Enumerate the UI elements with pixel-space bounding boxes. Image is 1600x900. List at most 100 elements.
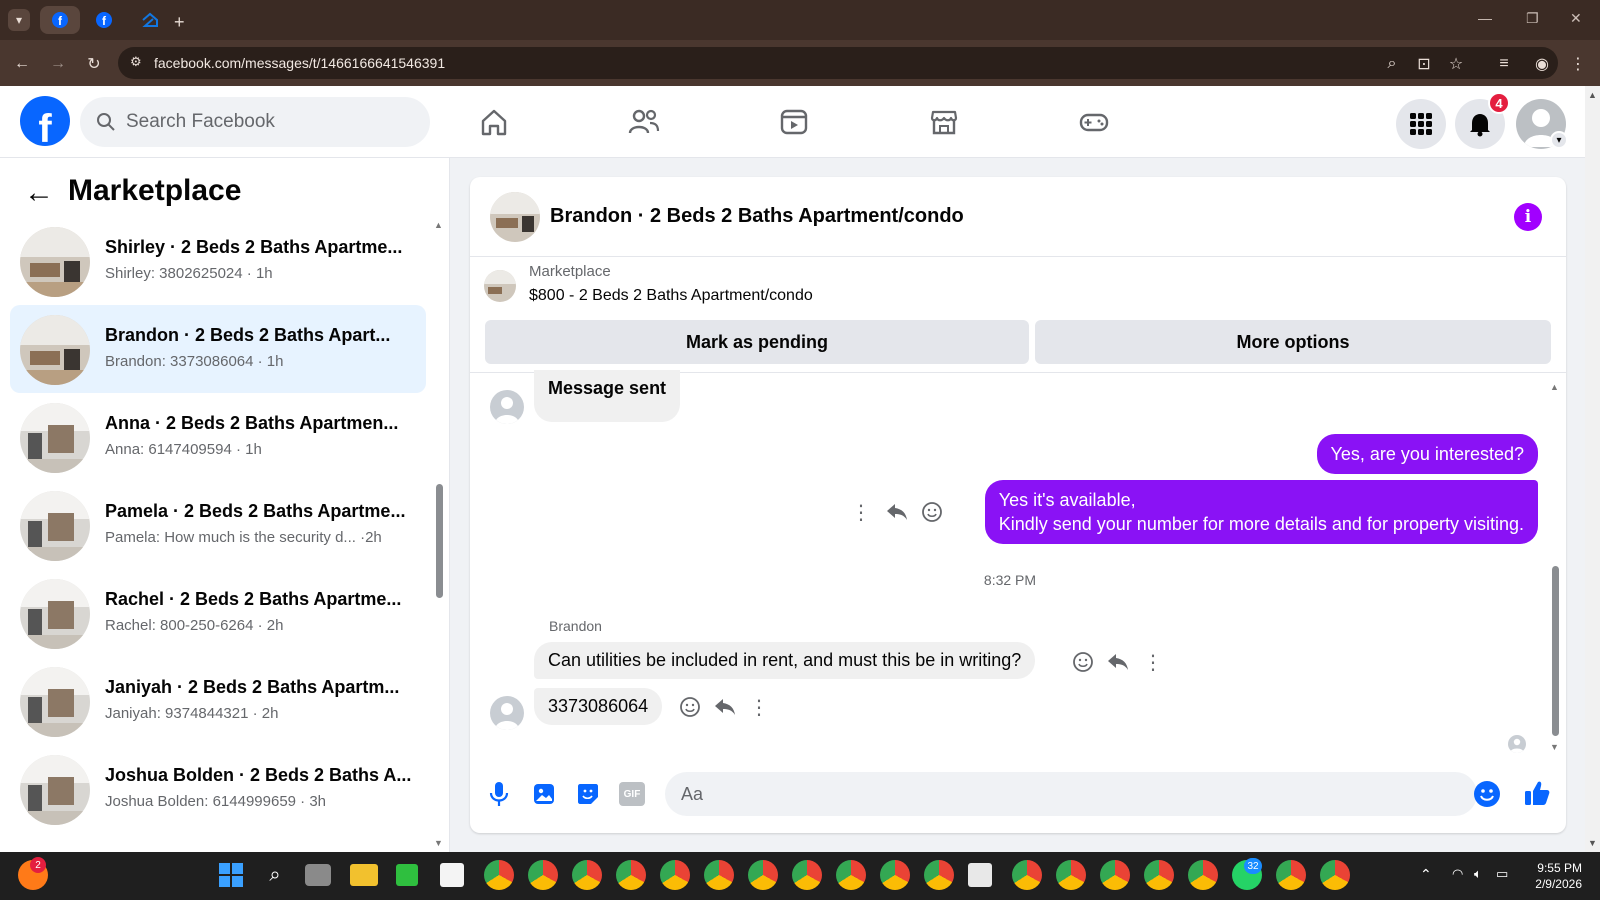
chrome-taskbar-icon[interactable] <box>572 860 602 890</box>
volume-icon[interactable]: 🔈︎ <box>1474 866 1482 882</box>
close-window-icon[interactable]: ✕ <box>1570 10 1582 27</box>
message-bubble-incoming[interactable]: Can utilities be included in rent, and m… <box>534 642 1036 679</box>
message-bubble-incoming[interactable]: 3373086064 <box>534 688 663 725</box>
reply-icon[interactable] <box>1105 649 1131 675</box>
site-info-icon[interactable]: ⚙ <box>130 54 142 70</box>
react-smiley-icon[interactable] <box>677 694 703 720</box>
chrome-taskbar-icon[interactable] <box>528 860 558 890</box>
file-explorer-icon[interactable] <box>350 864 378 886</box>
chrome-taskbar-icon[interactable] <box>616 860 646 890</box>
chat-scroll-down-icon[interactable]: ▼ <box>1550 742 1559 752</box>
store-taskbar-icon[interactable] <box>440 863 464 887</box>
nav-friends-icon[interactable] <box>624 104 664 140</box>
listing-mini-thumbnail[interactable] <box>484 270 516 302</box>
chrome-taskbar-icon[interactable] <box>1144 860 1174 890</box>
more-actions-icon[interactable]: ⋮ <box>848 499 874 525</box>
forward-arrow-icon[interactable]: → <box>46 52 70 76</box>
conversation-item[interactable]: Shirley · 2 Beds 2 Baths Apartme... Shir… <box>10 217 426 305</box>
listing-text[interactable]: $800 - 2 Beds 2 Baths Apartment/condo <box>529 287 813 305</box>
chrome-taskbar-icon[interactable] <box>1320 860 1350 890</box>
install-app-icon[interactable]: ⊡ <box>1412 52 1436 76</box>
tab-facebook-messages[interactable]: f <box>40 6 80 34</box>
taskbar-clock[interactable]: 9:55 PM 2/9/2026 <box>1522 860 1582 892</box>
conversation-item[interactable]: Janiyah · 2 Beds 2 Baths Apartm... Janiy… <box>10 657 426 745</box>
chat-scroll-up-icon[interactable]: ▲ <box>1550 382 1559 392</box>
chat-title[interactable]: Brandon · 2 Beds 2 Baths Apartment/condo <box>550 205 964 228</box>
conversation-item[interactable]: Rachel · 2 Beds 2 Baths Apartme... Rache… <box>10 569 426 657</box>
conversation-item[interactable]: Joshua Bolden · 2 Beds 2 Baths A... Josh… <box>10 745 426 833</box>
sticker-icon[interactable] <box>574 780 602 808</box>
nav-gaming-icon[interactable] <box>1074 104 1114 140</box>
contact-avatar[interactable] <box>490 390 524 424</box>
more-actions-icon[interactable]: ⋮ <box>746 694 772 720</box>
facebook-logo-icon[interactable]: f <box>20 96 70 146</box>
mark-as-pending-button[interactable]: Mark as pending <box>485 320 1029 364</box>
chat-listing-avatar[interactable] <box>490 192 540 242</box>
contact-avatar[interactable] <box>490 696 524 730</box>
chat-scrollbar-thumb[interactable] <box>1552 566 1559 736</box>
chrome-taskbar-icon[interactable] <box>1276 860 1306 890</box>
info-icon[interactable]: i <box>1514 203 1542 231</box>
chrome-taskbar-icon[interactable] <box>924 860 954 890</box>
chrome-taskbar-icon[interactable] <box>1100 860 1130 890</box>
new-tab-plus-icon[interactable]: + <box>174 12 185 33</box>
message-input[interactable]: Aa <box>665 772 1477 816</box>
chrome-taskbar-icon[interactable] <box>1012 860 1042 890</box>
microphone-icon[interactable] <box>485 780 513 808</box>
list-scrollbar-thumb[interactable] <box>436 484 443 598</box>
menu-grid-button[interactable] <box>1396 99 1446 149</box>
account-chevron-icon[interactable]: ▾ <box>1550 131 1568 149</box>
chrome-taskbar-icon[interactable] <box>792 860 822 890</box>
reply-icon[interactable] <box>884 499 910 525</box>
search-taskbar-icon[interactable]: ⌕ <box>260 860 290 890</box>
snipping-tool-icon[interactable] <box>968 863 992 887</box>
more-options-button[interactable]: More options <box>1035 320 1551 364</box>
chrome-taskbar-icon[interactable] <box>484 860 514 890</box>
tab-zillow[interactable] <box>130 6 170 34</box>
list-scroll-up-icon[interactable]: ▲ <box>434 220 443 230</box>
wifi-icon[interactable]: ◠ <box>1452 866 1463 882</box>
chrome-taskbar-icon[interactable] <box>836 860 866 890</box>
address-bar[interactable]: ⚙ facebook.com/messages/t/14661666415463… <box>118 47 1558 79</box>
chrome-taskbar-icon[interactable] <box>1056 860 1086 890</box>
tab-list-chevron-icon[interactable]: ▾ <box>8 9 30 31</box>
tray-chevron-icon[interactable]: ⌃ <box>1420 866 1432 883</box>
photo-icon[interactable] <box>530 780 558 808</box>
back-arrow-icon[interactable]: ← <box>10 52 34 76</box>
more-actions-icon[interactable]: ⋮ <box>1140 649 1166 675</box>
search-input[interactable]: Search Facebook <box>80 97 430 147</box>
emoji-icon[interactable] <box>1474 781 1500 807</box>
chrome-taskbar-icon[interactable] <box>1188 860 1218 890</box>
battery-icon[interactable]: ▭ <box>1496 866 1508 882</box>
conversation-item-active[interactable]: Brandon · 2 Beds 2 Baths Apart... Brando… <box>10 305 426 393</box>
bookmark-star-icon[interactable]: ☆ <box>1444 52 1468 76</box>
task-view-icon[interactable] <box>305 864 331 886</box>
page-scrollbar[interactable]: ▲ ▼ <box>1585 86 1600 852</box>
message-bubble-outgoing[interactable]: Yes it's available, Kindly send your num… <box>984 480 1538 544</box>
nav-video-icon[interactable] <box>774 104 814 140</box>
media-controls-icon[interactable]: ≡ <box>1492 52 1516 76</box>
reply-icon[interactable] <box>712 694 738 720</box>
app-taskbar-icon[interactable] <box>396 864 418 886</box>
chrome-taskbar-icon[interactable] <box>660 860 690 890</box>
nav-home-icon[interactable] <box>474 104 514 140</box>
tab-facebook[interactable]: f <box>84 6 124 34</box>
list-scroll-down-icon[interactable]: ▼ <box>434 838 443 848</box>
react-smiley-icon[interactable] <box>1070 649 1096 675</box>
profile-icon[interactable]: ◉ <box>1530 52 1554 76</box>
back-arrow-icon[interactable]: ← <box>24 176 54 210</box>
reload-icon[interactable]: ↻ <box>82 52 106 76</box>
chrome-taskbar-icon[interactable] <box>748 860 778 890</box>
conversation-item[interactable]: Pamela · 2 Beds 2 Baths Apartme... Pamel… <box>10 481 426 569</box>
message-bubble-outgoing[interactable]: Yes, are you interested? <box>1316 434 1538 474</box>
message-bubble-incoming[interactable]: Message sent <box>534 370 681 422</box>
chrome-taskbar-icon[interactable] <box>704 860 734 890</box>
like-thumb-icon[interactable] <box>1522 778 1552 808</box>
restore-icon[interactable]: ❐ <box>1526 10 1539 27</box>
browser-menu-icon[interactable]: ⋮ <box>1566 52 1590 76</box>
windows-start-icon[interactable] <box>218 862 244 888</box>
nav-marketplace-icon[interactable] <box>924 104 964 140</box>
react-smiley-icon[interactable] <box>919 499 945 525</box>
conversation-item[interactable]: Anna · 2 Beds 2 Baths Apartmen... Anna: … <box>10 393 426 481</box>
zoom-icon[interactable]: ⌕ <box>1380 52 1404 76</box>
